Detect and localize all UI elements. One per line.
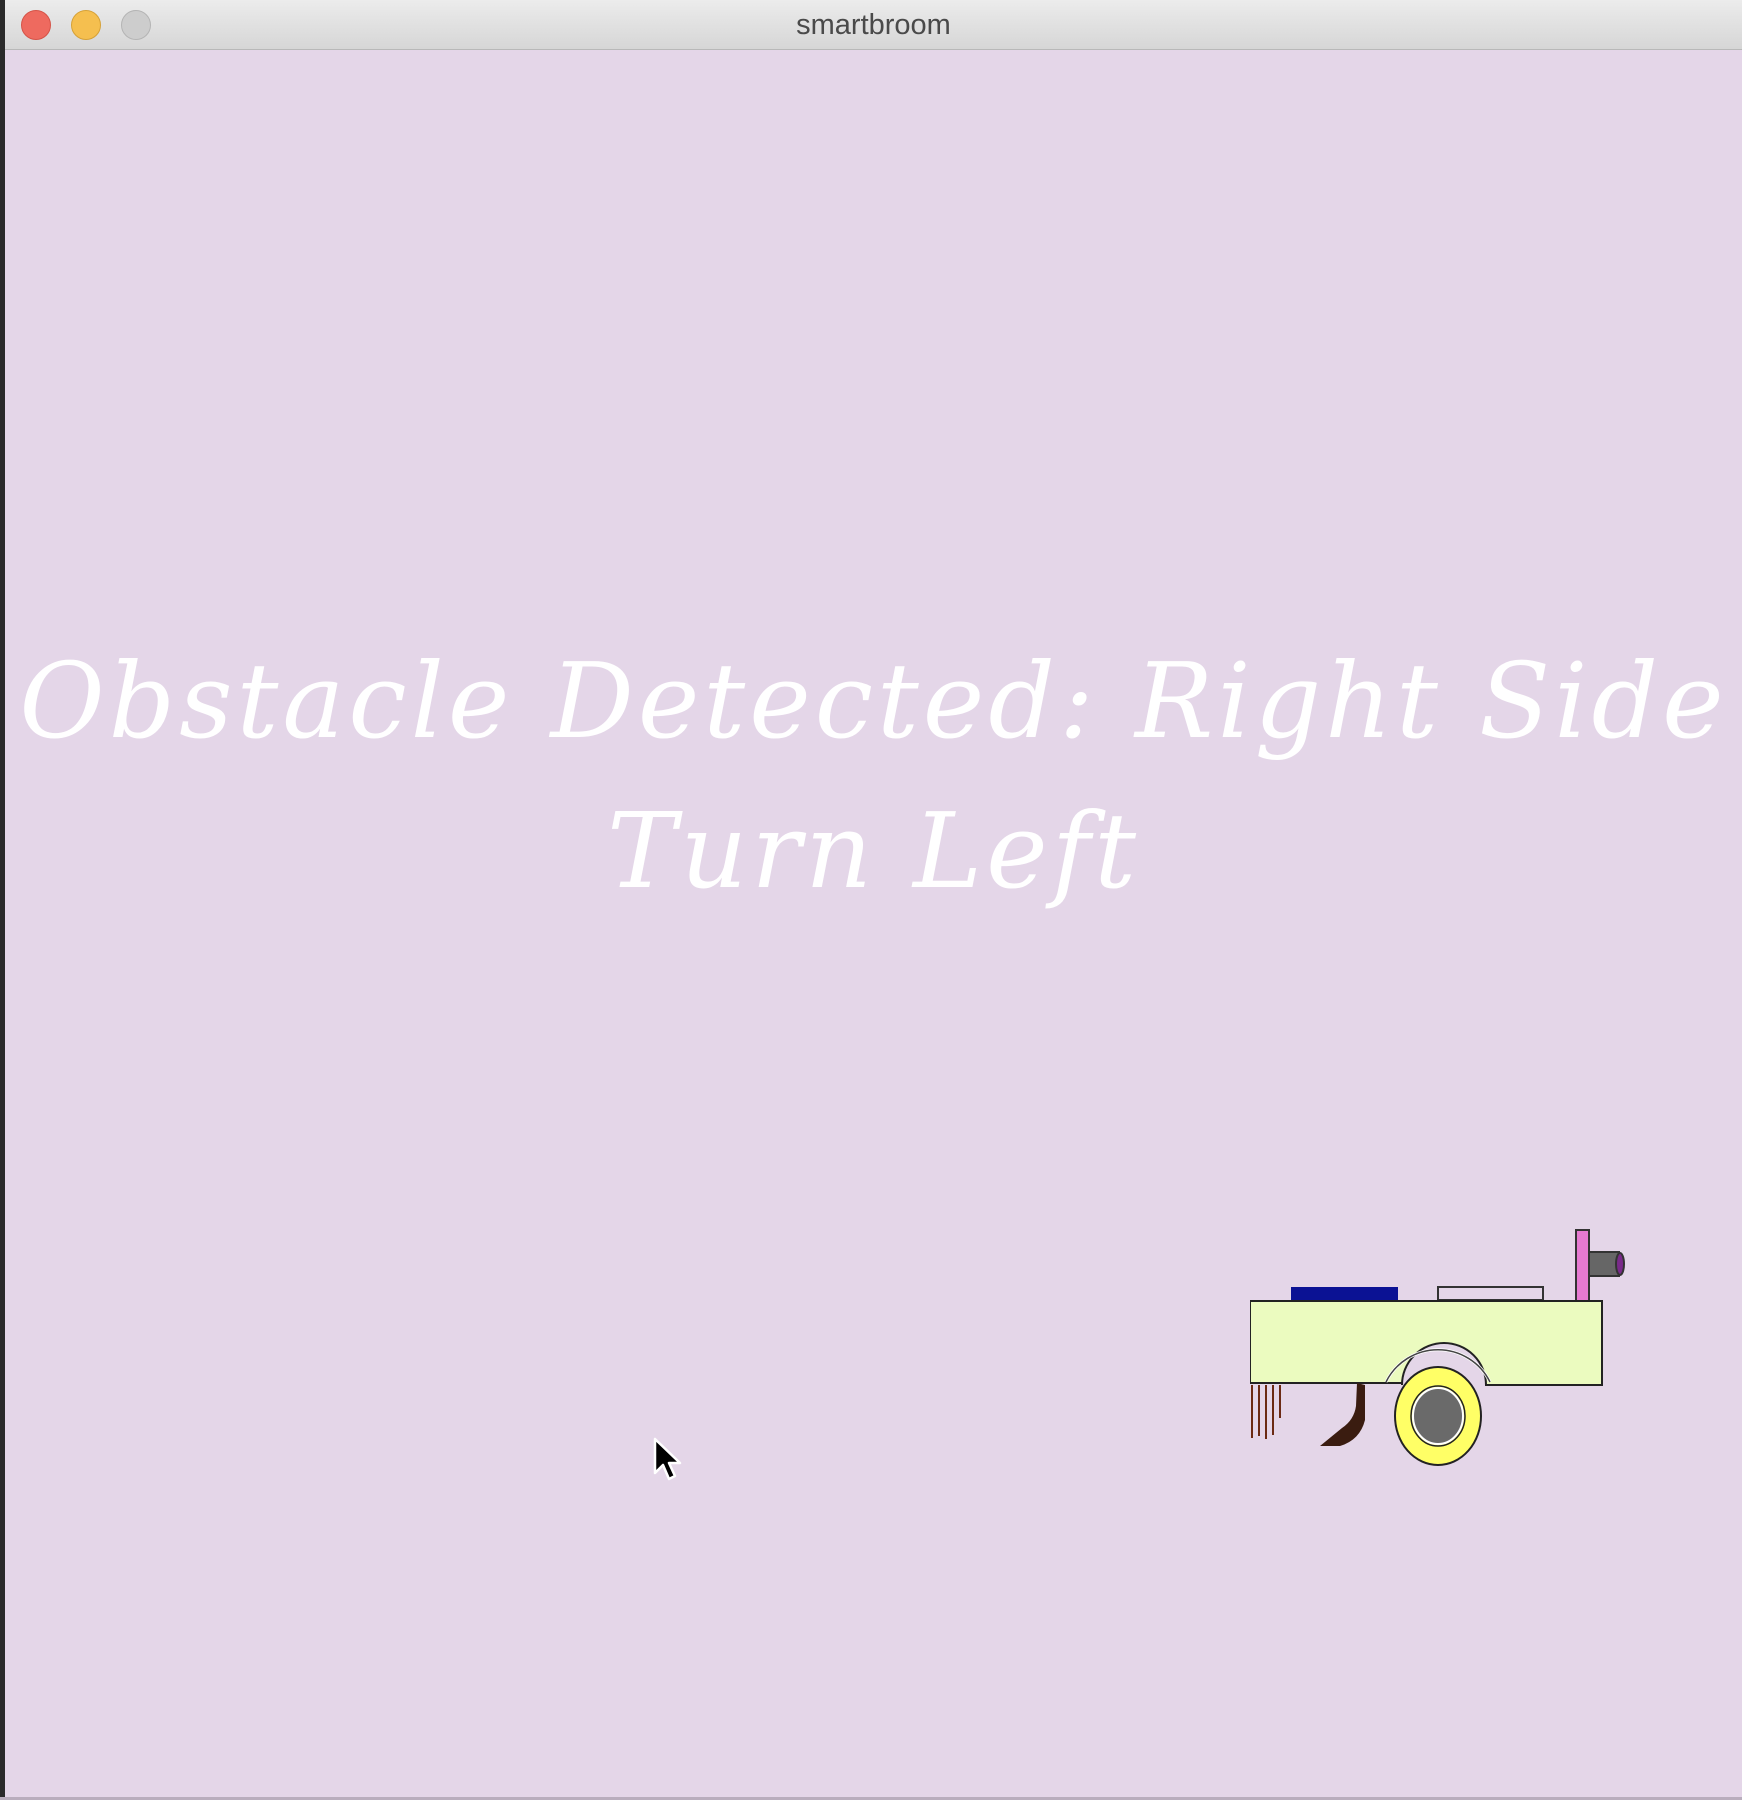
robot-sensor-lens xyxy=(1615,1252,1625,1276)
robot-mast xyxy=(1575,1229,1590,1306)
direction-message: Turn Left xyxy=(607,790,1140,912)
robot-broom-arm xyxy=(1320,1383,1365,1446)
window-left-edge xyxy=(0,0,5,1800)
robot-bristles xyxy=(1251,1385,1281,1439)
obstacle-message: Obstacle Detected: Right Side xyxy=(19,640,1728,762)
robot-top-panel xyxy=(1291,1287,1398,1301)
title-bar[interactable]: smartbroom xyxy=(5,0,1742,50)
robot-wheel-hub xyxy=(1412,1387,1464,1445)
app-window: smartbroom Obstacle Detected: Right Side… xyxy=(0,0,1742,1800)
robot-top-rail xyxy=(1437,1286,1544,1301)
mouse-cursor-icon xyxy=(653,1437,682,1481)
smartbroom-robot-icon xyxy=(1250,1229,1625,1466)
sketch-canvas[interactable]: Obstacle Detected: Right Side Turn Left xyxy=(5,50,1742,1800)
robot-sensor xyxy=(1588,1251,1620,1277)
window-title: smartbroom xyxy=(796,9,951,41)
